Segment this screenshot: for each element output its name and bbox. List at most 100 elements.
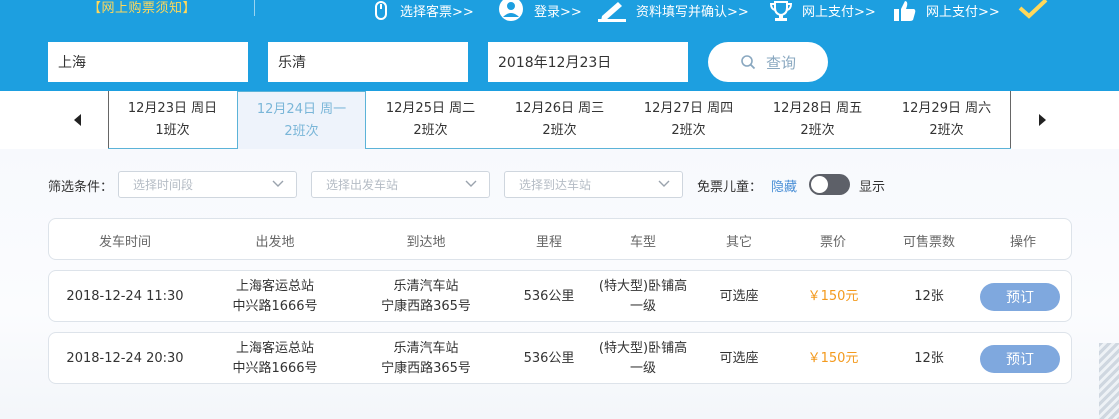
date-tab-5[interactable]: 12月28日 周五 2班次 [753, 91, 882, 149]
date-tab-day: 12月25日 周二 [385, 101, 476, 116]
depart-time: 2018-12-24 11:30 [66, 289, 184, 304]
show-option[interactable]: 显示 [859, 176, 885, 195]
ticket-price: ￥150元 [807, 289, 859, 304]
from-city-input[interactable]: 上海 [48, 42, 248, 82]
date-tab-trips: 2班次 [671, 123, 706, 138]
col-header-tickets: 可售票数 [902, 235, 956, 250]
bus-type-line2: 一级 [629, 299, 656, 314]
bus-type: (特大型)卧铺高 一级 [599, 271, 687, 323]
date-tab-day: 12月23日 周日 [127, 101, 218, 116]
date-selector: 12月23日 周日 1班次 12月24日 周一 2班次 12月25日 周二 2班… [0, 91, 1119, 149]
header-divider [254, 0, 255, 16]
mouse-icon [375, 1, 387, 20]
date-tab-day: 12月27日 周四 [643, 101, 734, 116]
col-header-bus-type: 车型 [629, 235, 657, 250]
from-address: 中兴路1666号 [232, 299, 318, 314]
date-tab-3[interactable]: 12月26日 周三 2班次 [495, 91, 624, 149]
chevron-down-icon [465, 180, 477, 187]
toggle-knob [811, 176, 828, 193]
from-place: 上海客运总站 中兴路1666号 [232, 271, 317, 323]
from-station: 上海客运总站 [235, 279, 314, 294]
date-tab-trips: 1班次 [155, 123, 190, 138]
to-place: 乐清汽车站 宁康西路365号 [381, 333, 471, 385]
col-header-to: 到达地 [406, 235, 446, 250]
step-label: 资料填写并确认>> [636, 4, 749, 20]
arrive-station-placeholder: 选择到达车站 [519, 178, 592, 192]
header-bar: 【网上购票须知】 选择客票>> 登录>> 资料填写并确认>> 网上支付>> 网上… [0, 0, 1119, 91]
date-tab-day: 12月26日 周三 [514, 101, 605, 116]
date-tab-0[interactable]: 12月23日 周日 1班次 [108, 91, 237, 149]
chevron-down-icon [272, 180, 284, 187]
depart-station-placeholder: 选择出发车站 [326, 178, 399, 192]
arrive-station-select[interactable]: 选择到达车站 [504, 171, 683, 198]
depart-station-select[interactable]: 选择出发车站 [311, 171, 490, 198]
table-header: 发车时间 出发地 到达地 里程 车型 其它 票价 可售票数 操作 [48, 218, 1072, 260]
date-input[interactable]: 2018年12月23日 [488, 42, 688, 82]
step-label: 登录>> [534, 4, 582, 20]
bus-type-line1: (特大型)卧铺高 [598, 341, 688, 356]
search-icon [741, 55, 756, 70]
book-button[interactable]: 预订 [980, 345, 1060, 373]
edit-icon [598, 2, 626, 22]
user-icon [499, 0, 523, 21]
date-tab-trips: 2班次 [413, 123, 448, 138]
date-tab-4[interactable]: 12月27日 周四 2班次 [624, 91, 753, 149]
col-header-price: 票价 [819, 235, 847, 250]
step-pay-1: 网上支付>> [768, 0, 876, 22]
to-address: 宁康西路365号 [381, 299, 471, 314]
bus-type: (特大型)卧铺高 一级 [599, 333, 687, 385]
chevron-left-icon [74, 114, 81, 126]
bus-type-line2: 一级 [629, 361, 656, 376]
next-date-arrow[interactable] [1022, 91, 1062, 149]
step-pay-2: 网上支付>> [892, 0, 1000, 22]
date-tab-1[interactable]: 12月24日 周一 2班次 [237, 91, 366, 149]
date-tab-day: 12月28日 周五 [772, 101, 863, 116]
query-button-label: 查询 [765, 53, 796, 72]
date-tab-6[interactable]: 12月29日 周六 2班次 [882, 91, 1011, 149]
time-range-select[interactable]: 选择时间段 [118, 171, 297, 198]
trophy-icon [769, 1, 793, 21]
date-tab-day: 12月24日 周一 [256, 101, 347, 117]
step-label: 网上支付>> [802, 4, 876, 20]
date-tab-trips: 2班次 [929, 123, 964, 138]
check-icon [1018, 0, 1048, 19]
table-row: 2018-12-24 11:30 上海客运总站 中兴路1666号 乐清汽车站 宁… [48, 270, 1072, 322]
thumbs-up-icon [894, 1, 916, 21]
query-button[interactable]: 查询 [708, 42, 828, 82]
date-tab-day: 12月29日 周六 [901, 101, 992, 116]
table-row: 2018-12-24 20:30 上海客运总站 中兴路1666号 乐清汽车站 宁… [48, 332, 1072, 384]
date-tab-trips: 2班次 [284, 123, 319, 139]
date-tab-trips: 2班次 [800, 123, 835, 138]
bus-type-line1: (特大型)卧铺高 [598, 279, 688, 294]
to-city-input[interactable]: 乐清 [268, 42, 468, 82]
step-complete [1018, 0, 1056, 22]
book-button[interactable]: 预订 [980, 283, 1060, 311]
from-place: 上海客运总站 中兴路1666号 [232, 333, 317, 385]
prev-date-arrow[interactable] [58, 91, 98, 149]
hide-option[interactable]: 隐藏 [771, 176, 797, 195]
to-station: 乐清汽车站 [393, 279, 459, 294]
from-address: 中兴路1666号 [232, 361, 318, 376]
depart-time: 2018-12-24 20:30 [66, 351, 184, 366]
from-station: 上海客运总站 [235, 341, 314, 356]
distance: 536公里 [523, 351, 575, 366]
decorative-stripes [1099, 343, 1119, 419]
col-header-action: 操作 [1009, 235, 1037, 250]
step-label: 网上支付>> [926, 4, 1000, 20]
ticket-price: ￥150元 [807, 351, 859, 366]
col-header-other: 其它 [725, 235, 753, 250]
chevron-down-icon [658, 180, 670, 187]
purchase-notice-link[interactable]: 【网上购票须知】 [88, 0, 196, 16]
step-login: 登录>> [496, 0, 582, 22]
date-tab-2[interactable]: 12月25日 周二 2班次 [366, 91, 495, 149]
step-label: 选择客票>> [400, 4, 474, 20]
free-child-label: 免票儿童： [697, 180, 763, 195]
other-info: 可选座 [719, 351, 759, 366]
distance: 536公里 [523, 289, 575, 304]
chevron-right-icon [1039, 114, 1046, 126]
step-select-ticket: 选择客票>> [370, 0, 474, 22]
free-child-toggle[interactable] [809, 174, 850, 195]
col-header-distance: 里程 [535, 235, 563, 250]
to-place: 乐清汽车站 宁康西路365号 [381, 271, 471, 323]
filter-label: 筛选条件： [48, 180, 114, 195]
